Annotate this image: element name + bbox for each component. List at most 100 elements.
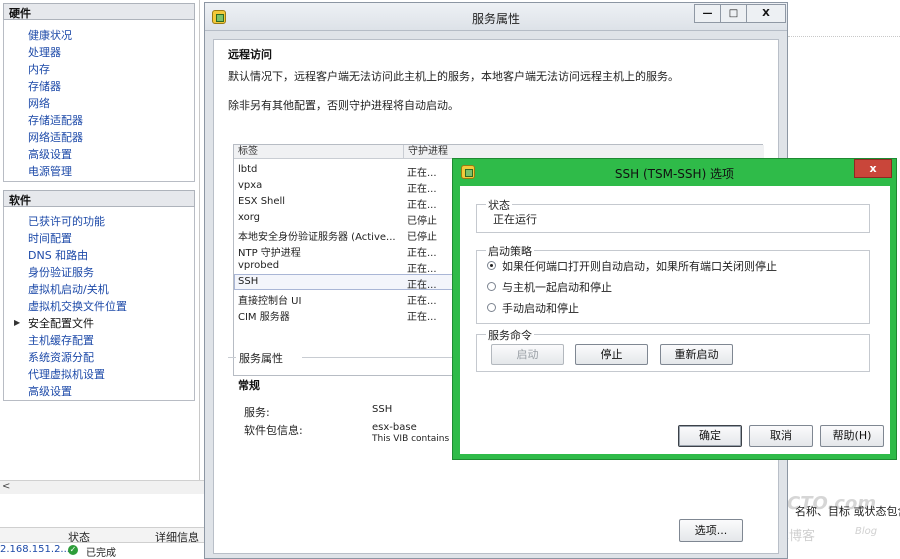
task-target: 2.168.151.2...: [0, 544, 70, 555]
nav-link-auth-services[interactable]: 身份验证服务: [28, 264, 94, 280]
nav-link-health[interactable]: 健康状况: [28, 27, 72, 43]
service-status: 已停止: [407, 232, 437, 243]
service-row[interactable]: vprobed 正在...: [234, 258, 484, 275]
status-value: 正在运行: [493, 213, 537, 226]
nav-link-system-resources[interactable]: 系统资源分配: [28, 349, 94, 365]
service-status: 正在...: [407, 296, 437, 307]
dialog-close-button[interactable]: x: [854, 159, 892, 178]
close-button[interactable]: X: [746, 4, 786, 23]
tasks-col-status[interactable]: 状态: [68, 529, 90, 545]
col-header-daemon[interactable]: 守护进程: [404, 145, 764, 159]
service-label: vprobed: [238, 260, 280, 271]
hardware-section: 健康状况 处理器 内存 存储器 网络 存储适配器 网络适配器 高级设置 电源管理: [3, 20, 195, 182]
service-row[interactable]: lbtd 正在...: [234, 162, 484, 179]
left-navigation-panel: 硬件 健康状况 处理器 内存 存储器 网络 存储适配器 网络适配器 高级设置 电…: [0, 0, 200, 490]
service-status: 正在...: [407, 168, 437, 179]
tasks-col-details[interactable]: 详细信息: [155, 529, 199, 545]
service-row[interactable]: 本地安全身份验证服务器 (Active... 已停止: [234, 226, 484, 243]
service-label: 本地安全身份验证服务器 (Active...: [238, 232, 396, 243]
options-button[interactable]: 选项...: [679, 519, 743, 542]
package-desc: This VIB contains all: [372, 434, 463, 444]
dialog-titlebar[interactable]: SSH (TSM-SSH) 选项 x: [453, 159, 896, 185]
package-label-key: 软件包信息:: [244, 424, 303, 437]
service-label: xorg: [238, 212, 261, 223]
radio-manual-label[interactable]: 手动启动和停止: [502, 300, 579, 316]
radio-auto-start-label[interactable]: 如果任何端口打开则自动启动，如果所有端口关闭则停止: [502, 258, 777, 274]
nav-link-dns-routing[interactable]: DNS 和路由: [28, 247, 88, 263]
hardware-section-header: 硬件: [3, 3, 195, 20]
service-label: CIM 服务器: [238, 312, 290, 323]
dialog-body: 状态 正在运行 启动策略 如果任何端口打开则自动启动，如果所有端口关闭则停止 与…: [460, 186, 890, 454]
service-row[interactable]: xorg 已停止: [234, 210, 484, 227]
tasks-header: 状态 详细信息: [0, 527, 205, 545]
group-line-left: [228, 357, 236, 358]
service-row[interactable]: CIM 服务器 正在...: [234, 306, 484, 323]
nav-link-security-profile[interactable]: 安全配置文件: [28, 315, 94, 331]
radio-with-host-label[interactable]: 与主机一起启动和停止: [502, 279, 612, 295]
service-label: lbtd: [238, 164, 258, 175]
service-value: SSH: [372, 404, 393, 415]
nav-link-time-config[interactable]: 时间配置: [28, 230, 72, 246]
software-section-header: 软件: [3, 190, 195, 207]
radio-with-host[interactable]: [487, 282, 496, 291]
service-row[interactable]: 直接控制台 UI 正在...: [234, 290, 484, 307]
cancel-button[interactable]: 取消: [749, 425, 813, 447]
nav-link-licensed-features[interactable]: 已获许可的功能: [28, 213, 105, 229]
nav-link-processors[interactable]: 处理器: [28, 44, 61, 60]
service-label: NTP 守护进程: [238, 248, 301, 259]
restart-button[interactable]: 重新启动: [660, 344, 733, 365]
nav-link-vm-swapfile[interactable]: 虚拟机交换文件位置: [28, 298, 127, 314]
service-label: vpxa: [238, 180, 263, 191]
package-value: esx-base: [372, 422, 417, 433]
maximize-button[interactable]: □: [720, 4, 747, 23]
nav-link-storage[interactable]: 存储器: [28, 78, 61, 94]
divider: [788, 36, 900, 37]
service-status: 已停止: [407, 216, 437, 227]
minimize-button[interactable]: —: [694, 4, 721, 23]
help-button[interactable]: 帮助(H): [820, 425, 884, 447]
scroll-left-icon[interactable]: <: [2, 481, 10, 492]
start-button[interactable]: 启动: [491, 344, 564, 365]
radio-manual[interactable]: [487, 303, 496, 312]
service-label-key: 服务:: [244, 406, 270, 419]
window-titlebar[interactable]: 服务属性 — □ X: [205, 3, 787, 31]
nav-link-network-adapters[interactable]: 网络适配器: [28, 129, 83, 145]
nav-link-power-management[interactable]: 电源管理: [28, 163, 72, 179]
check-icon: ✓: [68, 545, 78, 555]
service-row[interactable]: ESX Shell 正在...: [234, 194, 484, 211]
nav-link-advanced-settings-sw[interactable]: 高级设置: [28, 383, 72, 399]
watermark-blog: Blog: [855, 526, 878, 537]
horizontal-scrollbar[interactable]: <: [0, 480, 205, 494]
filter-label: 名称、目标 或状态包含: [795, 505, 900, 518]
nav-link-storage-adapters[interactable]: 存储适配器: [28, 112, 83, 128]
service-row[interactable]: NTP 守护进程 正在...: [234, 242, 484, 259]
ssh-options-dialog: SSH (TSM-SSH) 选项 x 状态 正在运行 启动策略 如果任何端口打开…: [452, 158, 897, 460]
nav-link-host-cache[interactable]: 主机缓存配置: [28, 332, 94, 348]
service-row[interactable]: vpxa 正在...: [234, 178, 484, 195]
dialog-title: SSH (TSM-SSH) 选项: [614, 167, 735, 181]
service-status: 正在...: [407, 200, 437, 211]
service-status: 正在...: [407, 264, 437, 275]
nav-link-memory[interactable]: 内存: [28, 61, 50, 77]
selected-arrow-icon: ▶: [14, 318, 21, 327]
service-commands-legend: 服务命令: [486, 327, 534, 343]
remote-access-heading: 远程访问: [228, 48, 272, 61]
nav-link-vm-startup[interactable]: 虚拟机启动/关机: [28, 281, 109, 297]
startup-policy-legend: 启动策略: [486, 243, 534, 259]
auto-start-desc: 除非另有其他配置，否则守护进程将自动启动。: [228, 99, 459, 112]
nav-link-networking[interactable]: 网络: [28, 95, 50, 111]
nav-link-advanced-settings-hw[interactable]: 高级设置: [28, 146, 72, 162]
service-status: 正在...: [407, 184, 437, 195]
service-label: 直接控制台 UI: [238, 296, 302, 307]
service-status: 正在...: [407, 312, 437, 323]
remote-access-desc: 默认情况下，远程客户端无法访问此主机上的服务，本地客户端无法访问远程主机上的服务…: [228, 70, 679, 83]
stop-button[interactable]: 停止: [575, 344, 648, 365]
col-header-label[interactable]: 标签: [234, 145, 404, 159]
general-heading: 常规: [238, 379, 260, 392]
service-row-selected[interactable]: SSH 正在...: [234, 274, 484, 291]
radio-auto-start[interactable]: [487, 261, 496, 270]
service-label: ESX Shell: [238, 196, 286, 207]
nav-link-agent-vm[interactable]: 代理虚拟机设置: [28, 366, 105, 382]
ok-button[interactable]: 确定: [678, 425, 742, 447]
service-status: 正在...: [407, 280, 437, 291]
